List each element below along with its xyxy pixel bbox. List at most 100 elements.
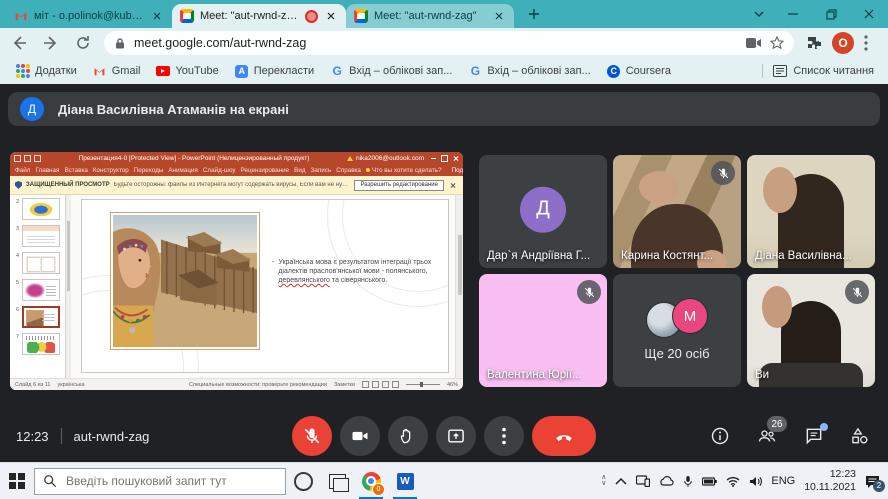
raise-hand-button[interactable] — [388, 416, 428, 456]
ppt-zoom-percent[interactable]: 46% — [447, 382, 458, 388]
ppt-close-icon[interactable] — [453, 155, 459, 161]
wifi-icon[interactable] — [726, 476, 740, 487]
battery-icon[interactable] — [702, 477, 717, 486]
ppt-ribbon-tab-file[interactable]: Файл — [15, 167, 30, 174]
ppt-share-button[interactable]: Поделиться — [452, 167, 463, 174]
taskbar-chrome-button[interactable]: 0 — [354, 463, 388, 499]
tab-label: Meet: "aut-rwnd-zag" — [200, 10, 299, 22]
ppt-ribbon-tab-slideshow[interactable]: Слайд-шоу — [203, 167, 236, 174]
ppt-ribbon-tab-view[interactable]: Вид — [294, 167, 305, 174]
ppt-zoom-slider[interactable] — [406, 384, 440, 385]
ppt-accessibility-status[interactable]: Специальные возможности: проверьте реком… — [189, 382, 327, 388]
slide-thumbnail[interactable]: 4 — [14, 252, 63, 274]
connect-device-icon[interactable] — [636, 475, 650, 487]
bookmark-youtube[interactable]: YouTube — [156, 64, 218, 78]
chat-icon[interactable] — [804, 426, 824, 446]
camera-toggle-button[interactable] — [340, 416, 380, 456]
ppt-tellme-box[interactable]: Что вы хотите сделать? — [366, 167, 442, 174]
ppt-notes-toggle[interactable]: Заметки — [334, 382, 355, 388]
extensions-puzzle-icon[interactable] — [806, 35, 822, 51]
window-close-button[interactable] — [850, 0, 888, 28]
more-options-button[interactable] — [484, 416, 524, 456]
start-button[interactable] — [0, 463, 34, 499]
slide-thumbnail-selected[interactable]: 6 — [14, 306, 63, 328]
microphone-tray-icon[interactable] — [683, 475, 693, 488]
taskbar-search-box[interactable] — [34, 468, 286, 495]
activities-icon[interactable] — [850, 426, 870, 446]
present-screen-button[interactable] — [436, 416, 476, 456]
profile-avatar[interactable]: O — [832, 32, 854, 54]
bookmark-google-login-1[interactable]: G Вхід – облікові зап... — [330, 64, 452, 78]
ppt-minimize-icon[interactable] — [431, 158, 436, 159]
ppt-ribbon-tab-review[interactable]: Рецензирование — [241, 167, 290, 174]
task-view-button[interactable] — [320, 463, 354, 499]
tab-search-icon[interactable] — [744, 0, 774, 28]
cortana-button[interactable] — [286, 463, 320, 499]
ppt-ribbon-tab-record[interactable]: Запись — [311, 167, 332, 174]
participants-icon[interactable]: 26 — [756, 426, 778, 446]
taskbar-word-button[interactable]: W — [388, 463, 422, 499]
shared-screen-presentation[interactable]: Презентация4-0 [Protected View] - PowerP… — [10, 152, 463, 390]
browser-menu-icon[interactable] — [864, 35, 868, 51]
participant-tile-karina[interactable]: Карина Костянт... — [613, 155, 741, 268]
meeting-info: 12:23 aut-rwnd-zag — [16, 410, 149, 462]
participant-tile-valentyna[interactable]: Валентина Юрії... — [479, 274, 607, 387]
window-restore-button[interactable] — [812, 0, 850, 28]
ppt-account[interactable]: nika2006@outlook.com — [347, 155, 424, 162]
participant-tile-diana[interactable]: Діана Василівна... — [747, 155, 875, 268]
new-tab-button[interactable] — [522, 2, 546, 26]
tab-gmail[interactable]: міт - o.polinok@kubg.edu.ua - П — [6, 4, 172, 28]
end-call-button[interactable] — [532, 416, 596, 456]
protected-bar-close-icon[interactable] — [450, 182, 456, 188]
more-participants-tile[interactable]: M Ще 20 осіб — [613, 274, 741, 387]
taskbar-clock[interactable]: 12:23 10.11.2021 — [804, 468, 856, 493]
tab-meet-2[interactable]: Meet: "aut-rwnd-zag" — [346, 4, 514, 28]
tab-close-icon[interactable] — [324, 9, 338, 23]
volume-icon[interactable] — [749, 476, 762, 487]
taskbar-search-input[interactable] — [64, 473, 277, 489]
ppt-maximize-icon[interactable] — [441, 155, 448, 162]
ppt-language[interactable]: українська — [57, 382, 84, 388]
bookmark-google-login-2[interactable]: G Вхід – облікові зап... — [468, 64, 590, 78]
ppt-view-buttons[interactable] — [362, 381, 399, 388]
address-bar[interactable]: meet.google.com/aut-rwnd-zag — [104, 31, 794, 55]
bookmark-apps[interactable]: Додатки — [16, 64, 77, 78]
onedrive-cloud-icon[interactable] — [659, 476, 674, 486]
slide-thumbnail[interactable]: 2 — [14, 198, 63, 220]
canvas-scrollbar[interactable] — [455, 195, 463, 378]
ppt-ribbon-tab-home[interactable]: Главная — [35, 167, 59, 174]
hidden-icons-chevron[interactable] — [615, 477, 627, 485]
keyboard-language[interactable]: ENG — [771, 475, 795, 487]
mic-toggle-button[interactable] — [292, 416, 332, 456]
url-text[interactable]: meet.google.com/aut-rwnd-zag — [134, 36, 738, 50]
ppt-quick-access-toolbar[interactable] — [14, 155, 41, 162]
lock-icon[interactable] — [114, 37, 126, 50]
bookmark-translate[interactable]: A Перекласти — [235, 64, 314, 78]
ppt-ribbon-tab-transitions[interactable]: Переходы — [134, 167, 164, 174]
window-minimize-button[interactable] — [774, 0, 812, 28]
back-icon[interactable] — [6, 30, 32, 56]
bookmark-gmail[interactable]: Gmail — [93, 64, 141, 78]
camera-permission-icon[interactable] — [746, 37, 762, 49]
slide-thumbnail[interactable]: 7 — [14, 333, 63, 355]
forward-icon[interactable] — [38, 30, 64, 56]
action-center-button[interactable]: 2 — [865, 475, 880, 488]
reload-icon[interactable] — [70, 30, 96, 56]
tab-close-icon[interactable] — [150, 9, 164, 23]
participant-tile-darya[interactable]: Д Дар`я Андріївна Г... — [479, 155, 607, 268]
ppt-ribbon-tab-design[interactable]: Конструктор — [93, 167, 129, 174]
bookmark-star-icon[interactable] — [770, 36, 784, 50]
ppt-ribbon-tab-insert[interactable]: Вставка — [64, 167, 87, 174]
reading-list-button[interactable]: Список читання — [773, 64, 874, 78]
ppt-ribbon-tab-animations[interactable]: Анимация — [168, 167, 198, 174]
tab-meet-active[interactable]: Meet: "aut-rwnd-zag" — [172, 4, 346, 28]
slide-thumbnail[interactable]: 5 — [14, 279, 63, 301]
tray-scroll-icons[interactable]: ∧∨ — [601, 475, 606, 487]
enable-editing-button[interactable]: Разрешить редактирование — [354, 180, 444, 191]
tab-close-icon[interactable] — [492, 9, 506, 23]
self-tile[interactable]: Ви — [747, 274, 875, 387]
slide-thumbnail[interactable]: 3 — [14, 225, 63, 247]
ppt-ribbon-tab-help[interactable]: Справка — [336, 167, 361, 174]
bookmark-coursera[interactable]: C Coursera — [607, 64, 671, 78]
meeting-details-icon[interactable] — [710, 426, 730, 446]
